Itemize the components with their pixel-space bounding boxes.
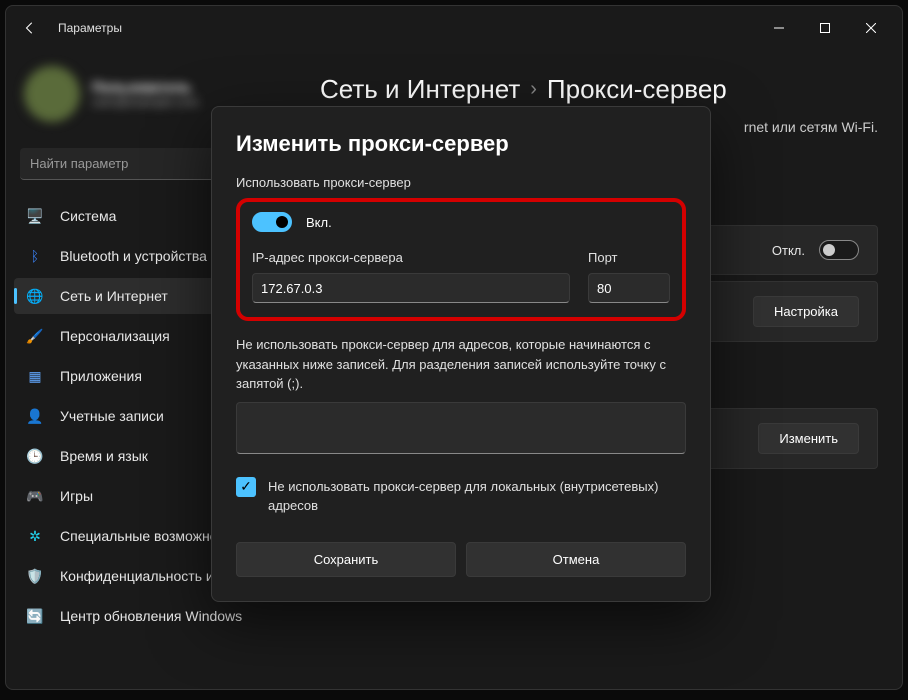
sidebar-item-icon: 🖌️ (26, 327, 44, 345)
sidebar-item-icon: 🕒 (26, 447, 44, 465)
sidebar-item-icon: 👤 (26, 407, 44, 425)
port-label: Порт (588, 250, 670, 265)
status-label: Откл. (772, 243, 805, 258)
sidebar-item[interactable]: 🔄 Центр обновления Windows (14, 598, 288, 634)
edit-proxy-dialog: Изменить прокси-сервер Использовать прок… (211, 106, 711, 602)
sidebar-item-label: Сеть и Интернет (60, 288, 168, 304)
sidebar-item-label: Центр обновления Windows (60, 608, 242, 624)
maximize-icon (820, 23, 830, 33)
window-title: Параметры (58, 21, 122, 35)
breadcrumb-leaf: Прокси-сервер (547, 74, 727, 105)
sidebar-item-icon: 🎮 (26, 487, 44, 505)
arrow-left-icon (23, 21, 37, 35)
sidebar-item-label: Время и язык (60, 448, 148, 464)
chevron-right-icon: › (530, 78, 537, 101)
dialog-title: Изменить прокси-сервер (236, 131, 686, 157)
close-button[interactable] (848, 12, 894, 44)
titlebar: Параметры (6, 6, 902, 50)
sidebar-item-label: Приложения (60, 368, 142, 384)
minimize-button[interactable] (756, 12, 802, 44)
exceptions-text: Не использовать прокси-сервер для адресо… (236, 335, 686, 394)
sidebar-item-label: Учетные записи (60, 408, 164, 424)
avatar (24, 66, 80, 122)
local-bypass-checkbox[interactable]: ✓ (236, 477, 256, 497)
close-icon (866, 23, 876, 33)
sidebar-item-label: Система (60, 208, 116, 224)
window-controls (756, 12, 894, 44)
ip-input[interactable] (252, 273, 570, 303)
ip-label: IP-адрес прокси-сервера (252, 250, 570, 265)
setup-button[interactable]: Настройка (753, 296, 859, 327)
highlighted-region: Вкл. IP-адрес прокси-сервера Порт (236, 198, 686, 321)
settings-window: Параметры Пользователь user@example.com … (5, 5, 903, 690)
sidebar-item-icon: 🖥️ (26, 207, 44, 225)
sidebar-item-icon: 🛡️ (26, 567, 44, 585)
back-button[interactable] (14, 12, 46, 44)
sidebar-item-icon: ✲ (26, 527, 44, 545)
auto-detect-toggle[interactable] (819, 240, 859, 260)
breadcrumb: Сеть и Интернет › Прокси-сервер (320, 74, 878, 105)
profile-email: user@example.com (92, 95, 199, 109)
sidebar-item-icon: 🔄 (26, 607, 44, 625)
use-proxy-label: Использовать прокси-сервер (236, 175, 686, 190)
profile-name: Пользователь (92, 79, 199, 95)
sidebar-item-icon: ᛒ (26, 247, 44, 265)
sidebar-item-icon: 🌐 (26, 287, 44, 305)
use-proxy-toggle[interactable] (252, 212, 292, 232)
breadcrumb-root[interactable]: Сеть и Интернет (320, 74, 520, 105)
local-bypass-label: Не использовать прокси-сервер для локаль… (268, 477, 686, 516)
cancel-button[interactable]: Отмена (466, 542, 686, 577)
exceptions-input[interactable] (236, 402, 686, 454)
toggle-state-label: Вкл. (306, 215, 332, 230)
minimize-icon (774, 23, 784, 33)
sidebar-item-icon: ▦ (26, 367, 44, 385)
sidebar-item-label: Персонализация (60, 328, 170, 344)
sidebar-item-label: Bluetooth и устройства (60, 248, 207, 264)
port-input[interactable] (588, 273, 670, 303)
maximize-button[interactable] (802, 12, 848, 44)
sidebar-item-label: Игры (60, 488, 93, 504)
save-button[interactable]: Сохранить (236, 542, 456, 577)
change-button[interactable]: Изменить (758, 423, 859, 454)
